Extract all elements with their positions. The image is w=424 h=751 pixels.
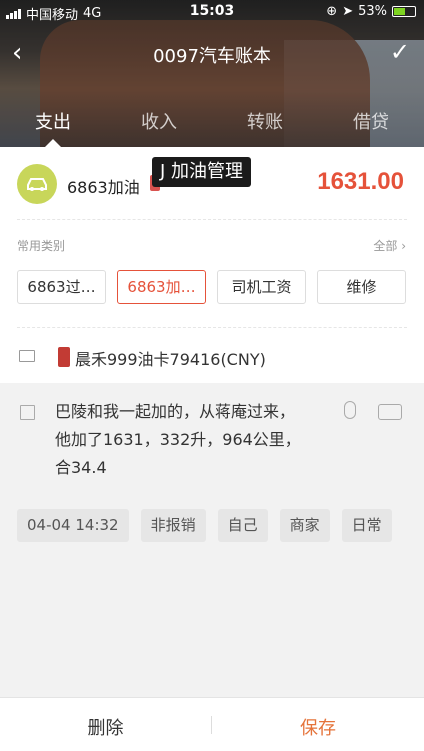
fuel-card-icon <box>58 347 70 367</box>
entry-card: 6863加油 J 加油管理 1631.00 常用类别 全部 › 6863过… 6… <box>0 147 424 383</box>
category-chip[interactable]: 6863过… <box>17 270 106 304</box>
reimburse-tag[interactable]: 非报销 <box>140 509 206 542</box>
project-tag[interactable]: 日常 <box>341 509 392 542</box>
date-time-tag[interactable]: 04-04 14:32 <box>17 509 129 542</box>
account-name[interactable]: 晨禾999油卡79416(CNY) <box>75 346 266 370</box>
type-tabs: 支出 收入 转账 借贷 <box>0 104 424 147</box>
microphone-icon[interactable] <box>344 401 356 419</box>
common-categories-label: 常用类别 <box>17 239 66 253</box>
battery-percent: 53% <box>358 4 387 19</box>
battery-icon <box>392 6 416 17</box>
bottom-action-bar: 删除 保存 <box>0 697 424 751</box>
tab-expense[interactable]: 支出 <box>0 104 106 147</box>
note-text[interactable]: 巴陵和我一起加的，从蒋庵过来， 他加了1631，332升，964公里， 合34.… <box>55 398 315 482</box>
member-tag[interactable]: 自己 <box>217 509 268 542</box>
entry-tags: 04-04 14:32 非报销 自己 商家 日常 <box>17 509 392 542</box>
tab-income[interactable]: 收入 <box>106 104 212 147</box>
all-categories-link[interactable]: 全部 › <box>373 237 406 254</box>
tab-transfer[interactable]: 转账 <box>212 104 318 147</box>
confirm-check-icon[interactable]: ✓ <box>390 38 410 66</box>
delete-button[interactable]: 删除 <box>0 714 211 740</box>
location-icon: ➤ <box>342 4 354 19</box>
lock-rotation-icon: ⊕ <box>326 4 338 19</box>
nav-bar: ‹ 0097汽车账本 ✓ <box>0 34 424 74</box>
toast-message: J 加油管理 <box>152 157 252 187</box>
status-bar: 中国移动 4G 15:03 ⊕ ➤ 53% <box>0 0 424 24</box>
save-button[interactable]: 保存 <box>212 714 424 740</box>
category-chip[interactable]: 司机工资 <box>217 270 306 304</box>
page-title: 0097汽车账本 <box>153 46 271 67</box>
tab-loan[interactable]: 借贷 <box>318 104 424 147</box>
category-chip[interactable]: 维修 <box>317 270 406 304</box>
camera-icon[interactable] <box>378 404 402 420</box>
category-chip-selected[interactable]: 6863加… <box>117 270 206 304</box>
merchant-tag[interactable]: 商家 <box>279 509 330 542</box>
category-name[interactable]: 6863加油 <box>67 174 140 198</box>
edit-note-icon <box>20 405 35 420</box>
note-section: 巴陵和我一起加的，从蒋庵过来， 他加了1631，332升，964公里， 合34.… <box>0 383 424 697</box>
common-category-chips: 6863过… 6863加… 司机工资 维修 <box>17 270 406 304</box>
account-card-icon <box>19 350 35 362</box>
car-icon[interactable] <box>17 164 57 204</box>
amount-value[interactable]: 1631.00 <box>317 168 404 196</box>
